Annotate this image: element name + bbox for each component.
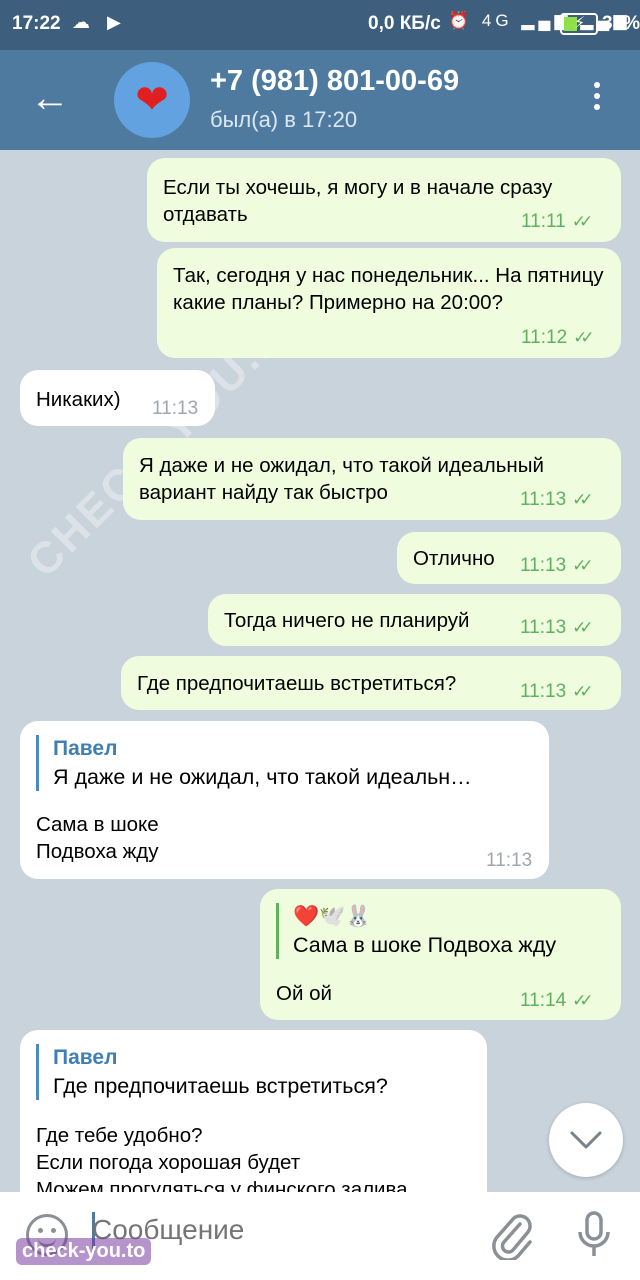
message-meta: 11:13 ✓✓ [520, 681, 593, 702]
message-list[interactable]: CHECK-YOU.ME Если ты хочешь, я могу и в … [0, 150, 640, 1192]
reply-text: Сама в шоке Подвоха жду [293, 933, 557, 957]
message-bubble-out[interactable]: Отлично 11:13 ✓✓ [397, 532, 621, 584]
message-meta: 11:13 ✓✓ [520, 489, 593, 510]
message-text: Отлично [413, 547, 495, 570]
clock: 17:22 [12, 13, 61, 34]
read-ticks-icon: ✓✓ [572, 556, 593, 575]
reply-preview[interactable]: Павел Я даже и не ожидал, что такой идеа… [36, 735, 472, 791]
reply-author: Павел [53, 737, 118, 760]
avatar[interactable]: ❤ [114, 62, 190, 138]
read-ticks-icon: ✓✓ [572, 490, 593, 509]
message-text: Ой ой [276, 982, 332, 1005]
battery-icon: ⚡ [560, 13, 598, 35]
message-time: 11:13 [486, 850, 533, 871]
message-text: Так, сегодня у нас понедельник... На пят… [173, 264, 604, 314]
reply-author: ❤️🕊️🐰 [293, 905, 372, 928]
read-ticks-icon: ✓✓ [572, 991, 593, 1010]
message-time: 11:13 [152, 398, 199, 419]
message-bubble-in[interactable]: Павел Я даже и не ожидал, что такой идеа… [20, 721, 549, 879]
message-text: Никаких) [36, 388, 121, 411]
read-ticks-icon: ✓✓ [571, 212, 593, 231]
message-bubble-out[interactable]: Тогда ничего не планируй 11:13 ✓✓ [208, 594, 621, 646]
reply-preview[interactable]: Павел Где предпочитаешь встретиться? [36, 1044, 388, 1100]
message-meta: 11:14 ✓✓ [520, 990, 593, 1011]
message-bubble-in[interactable]: Никаких) 11:13 [20, 370, 215, 426]
message-meta: 11:13 ✓✓ [520, 617, 593, 638]
message-text: Где предпочитаешь встретиться? [137, 672, 457, 695]
contact-name[interactable]: +7 (981) 801-00-69 [210, 65, 459, 98]
arrow-left-icon[interactable]: ← [30, 78, 70, 118]
network-speed: 0,0 КБ/с [368, 13, 441, 34]
reply-author: Павел [53, 1046, 118, 1069]
battery-percent: 33% [602, 13, 640, 34]
message-text: Где тебе удобно? Если погода хорошая буд… [36, 1122, 408, 1192]
heart-icon: ❤ [135, 78, 169, 122]
message-line: Сама в шоке [36, 813, 159, 836]
chat-header: ← ❤ +7 (981) 801-00-69 был(а) в 17:20 [0, 50, 640, 150]
scroll-down-button[interactable] [549, 1103, 623, 1177]
message-text: Тогда ничего не планируй [224, 609, 470, 632]
read-ticks-icon: ✓✓ [573, 328, 594, 347]
watermark-logo: check-you.to [16, 1238, 152, 1265]
chevron-down-icon [570, 1131, 602, 1149]
message-bubble-out[interactable]: Где предпочитаешь встретиться? 11:13 ✓✓ [121, 656, 621, 710]
status-bar: 17:22 ☁ ▶ 0,0 КБ/с ⏰ 4G ▂▄▆ ▂▄▆ ⚡ 33% [0, 0, 640, 50]
message-line: Если погода хорошая будет [36, 1151, 301, 1174]
reply-text: Я даже и не ожидал, что такой идеальн… [53, 765, 472, 789]
message-text: Сама в шоке Подвоха жду [36, 811, 159, 865]
message-bubble-out[interactable]: Так, сегодня у нас понедельник... На пят… [157, 248, 621, 358]
message-line: Подвоха жду [36, 840, 159, 863]
message-bubble-out[interactable]: ❤️🕊️🐰 Сама в шоке Подвоха жду Ой ой 11:1… [260, 889, 621, 1020]
read-ticks-icon: ✓✓ [572, 618, 593, 637]
message-bubble-out[interactable]: Я даже и не ожидал, что такой идеальный … [123, 438, 621, 520]
reply-preview[interactable]: ❤️🕊️🐰 Сама в шоке Подвоха жду [276, 903, 556, 959]
last-seen: был(а) в 17:20 [210, 107, 358, 132]
message-line: Где тебе удобно? [36, 1124, 203, 1147]
message-bubble-in[interactable]: Павел Где предпочитаешь встретиться? Где… [20, 1030, 487, 1192]
paperclip-icon[interactable] [490, 1210, 534, 1260]
message-line: Можем прогуляться у финского залива [36, 1178, 408, 1192]
message-meta: 11:12 ✓✓ [521, 327, 594, 348]
message-meta: 11:11 ✓✓ [521, 211, 593, 232]
notification-icons: ☁ ▶ [72, 12, 127, 32]
message-bubble-out[interactable]: Если ты хочешь, я могу и в начале сразу … [147, 158, 621, 242]
reply-text: Где предпочитаешь встретиться? [53, 1074, 388, 1098]
read-ticks-icon: ✓✓ [572, 682, 593, 701]
message-meta: 11:13 ✓✓ [520, 555, 593, 576]
message-composer [0, 1192, 640, 1280]
more-vertical-icon[interactable] [588, 82, 606, 115]
microphone-icon[interactable] [576, 1210, 612, 1260]
